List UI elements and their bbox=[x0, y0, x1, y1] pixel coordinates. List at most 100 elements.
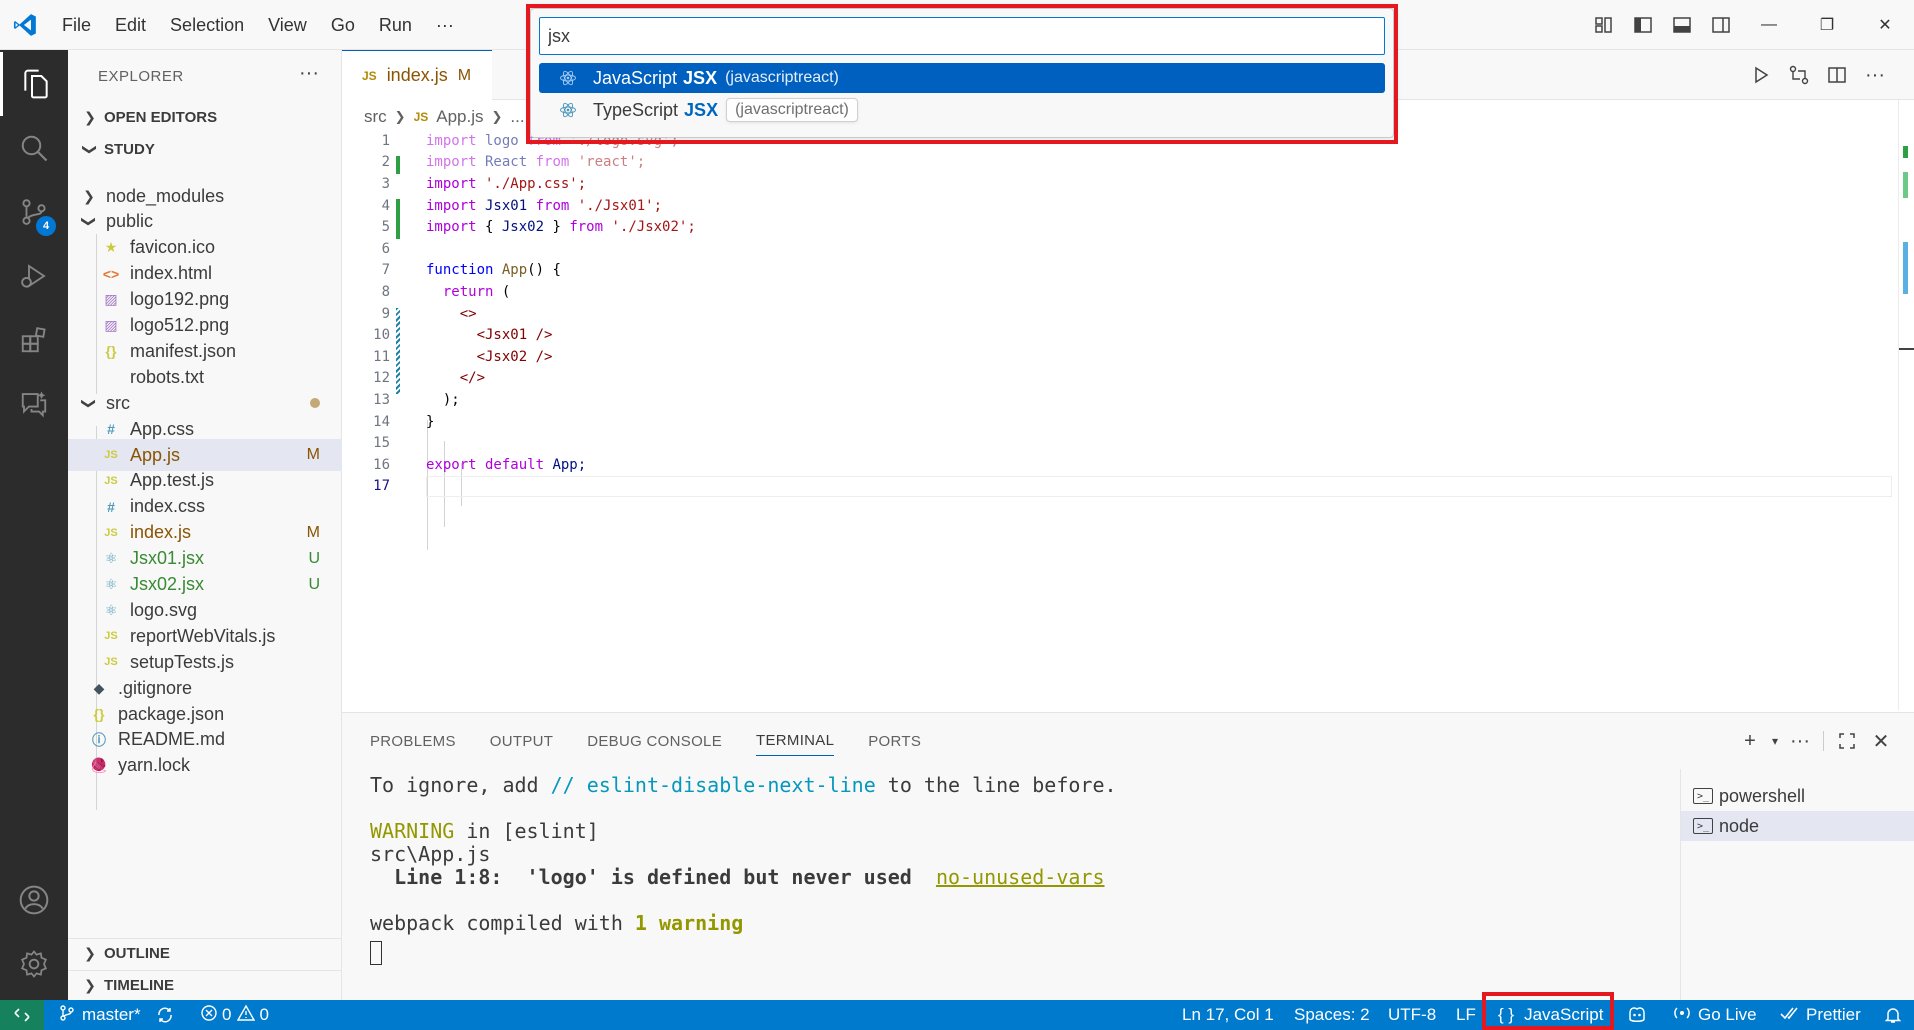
code-line-8: return ( bbox=[342, 281, 1892, 303]
menu-selection[interactable]: Selection bbox=[158, 0, 256, 50]
explorer-icon[interactable] bbox=[0, 52, 68, 116]
more-actions-icon[interactable]: ··· bbox=[1856, 56, 1894, 94]
bottom-panel: PROBLEMS OUTPUT DEBUG CONSOLE TERMINAL P… bbox=[342, 712, 1914, 1001]
tree-item-label: App.css bbox=[130, 418, 195, 439]
keyword: import bbox=[426, 219, 477, 236]
breadcrumb-symbol[interactable]: ... bbox=[510, 107, 524, 127]
timeline-section[interactable]: ❯ TIMELINE bbox=[68, 970, 342, 1000]
new-terminal-plus-icon[interactable]: + bbox=[1733, 724, 1767, 758]
notifications-bell-icon[interactable] bbox=[1884, 1000, 1902, 1030]
remote-indicator-icon[interactable] bbox=[0, 1000, 44, 1030]
prettier-label: Prettier bbox=[1806, 1005, 1861, 1024]
sync-icon[interactable] bbox=[156, 1000, 174, 1030]
code-editor[interactable]: 1 2 3 4 5 6 7 8 9 10 11 12 13 14 15 16 17 import logo fr… bbox=[342, 130, 1892, 710]
react-file-icon: ⚛ bbox=[104, 550, 118, 567]
tab-ports[interactable]: PORTS bbox=[868, 713, 921, 769]
tab-debug-console[interactable]: DEBUG CONSOLE bbox=[587, 713, 722, 769]
chevron-down-icon: ❯ bbox=[81, 216, 98, 228]
branch-indicator[interactable]: master* bbox=[58, 1000, 141, 1030]
accounts-icon[interactable] bbox=[0, 868, 68, 932]
go-live-button[interactable]: Go Live bbox=[1672, 1000, 1757, 1030]
open-editors-section[interactable]: ❯ OPEN EDITORS bbox=[68, 102, 342, 132]
problems-indicator[interactable]: 0 0 bbox=[200, 1000, 269, 1030]
toggle-primary-sidebar-icon[interactable] bbox=[1624, 6, 1662, 44]
explorer-more-button[interactable]: ··· bbox=[299, 62, 319, 85]
menu-file[interactable]: File bbox=[50, 0, 103, 50]
customize-layout-icon[interactable] bbox=[1585, 6, 1623, 44]
tree-item-label: index.css bbox=[130, 496, 206, 517]
source-control-icon[interactable]: 4 bbox=[0, 180, 68, 244]
restore-button[interactable]: ❐ bbox=[1798, 0, 1856, 50]
chevron-right-icon: ❯ bbox=[394, 109, 406, 124]
search-icon[interactable] bbox=[0, 116, 68, 180]
string-literal: './Jsx01'; bbox=[569, 197, 663, 214]
breadcrumb-folder[interactable]: src bbox=[364, 107, 387, 127]
code-line-16: export default App; bbox=[342, 454, 1892, 476]
chevron-down-icon: ❯ bbox=[81, 397, 98, 410]
line-number-row: 17 bbox=[342, 476, 402, 498]
json-file-icon: {} bbox=[93, 706, 105, 722]
tree-item-label: logo192.png bbox=[130, 289, 230, 310]
maximize-panel-icon[interactable] bbox=[1830, 724, 1864, 758]
keyword: return bbox=[442, 283, 494, 300]
editor-actions: ··· bbox=[1742, 50, 1894, 100]
end-of-line[interactable]: LF bbox=[1456, 1000, 1476, 1030]
timeline-label: TIMELINE bbox=[104, 977, 174, 994]
prettier-button[interactable]: Prettier bbox=[1780, 1000, 1861, 1030]
tab-output[interactable]: OUTPUT bbox=[490, 713, 553, 769]
run-file-icon[interactable] bbox=[1742, 56, 1780, 94]
more-actions-icon[interactable]: ··· bbox=[1783, 724, 1817, 758]
cursor-position[interactable]: Ln 17, Col 1 bbox=[1182, 1000, 1274, 1030]
menu-go[interactable]: Go bbox=[319, 0, 367, 50]
terminal-link[interactable]: no-unused-vars bbox=[936, 865, 1105, 889]
line-number: 17 bbox=[373, 478, 390, 495]
chevron-right-icon: ❯ bbox=[84, 977, 96, 993]
menu-run[interactable]: Run bbox=[367, 0, 424, 50]
close-window-button[interactable]: ✕ bbox=[1856, 0, 1914, 50]
terminal-entry-powershell[interactable]: >_ powershell bbox=[1681, 781, 1914, 811]
terminal-output[interactable]: To ignore, add // eslint-disable-next-li… bbox=[370, 769, 1680, 1001]
double-check-icon bbox=[1780, 1005, 1800, 1026]
source-control-badge: 4 bbox=[36, 216, 56, 236]
open-changes-icon[interactable] bbox=[1780, 56, 1818, 94]
tree-item-label: public bbox=[106, 211, 154, 232]
extensions-icon[interactable] bbox=[0, 308, 68, 372]
terminal-list: >_ powershell >_ node bbox=[1680, 769, 1914, 1001]
terminal-entry-node[interactable]: >_ node bbox=[1681, 811, 1914, 841]
indentation[interactable]: Spaces: 2 bbox=[1294, 1000, 1370, 1030]
code-line-2: import React from 'react'; bbox=[342, 152, 1892, 174]
overview-marker bbox=[1903, 146, 1908, 158]
minimize-button[interactable]: — bbox=[1740, 0, 1798, 50]
current-line-highlight bbox=[426, 475, 1892, 498]
copilot-icon[interactable] bbox=[1626, 1000, 1648, 1030]
overview-ruler[interactable] bbox=[1898, 100, 1914, 710]
chat-icon[interactable] bbox=[0, 372, 68, 436]
jsx-fragment: </> bbox=[459, 370, 486, 387]
settings-gear-icon[interactable] bbox=[0, 932, 68, 996]
close-panel-icon[interactable]: ✕ bbox=[1864, 724, 1898, 758]
tab-problems[interactable]: PROBLEMS bbox=[370, 713, 456, 769]
identifier: Jsx02 bbox=[501, 219, 545, 236]
encoding[interactable]: UTF-8 bbox=[1388, 1000, 1436, 1030]
tab-terminal[interactable]: TERMINAL bbox=[756, 726, 835, 756]
run-debug-icon[interactable] bbox=[0, 244, 68, 308]
menu-edit[interactable]: Edit bbox=[103, 0, 158, 50]
toggle-secondary-sidebar-icon[interactable] bbox=[1702, 6, 1740, 44]
line-number-row: 15 bbox=[342, 432, 402, 454]
menu-more[interactable]: ··· bbox=[424, 0, 466, 50]
keyword: import bbox=[426, 132, 477, 149]
json-file-icon: {} bbox=[105, 343, 117, 360]
chevron-right-icon: ❯ bbox=[84, 945, 96, 961]
annotation-highlight-box bbox=[526, 4, 1398, 144]
function-name: App bbox=[493, 262, 528, 279]
menu-view[interactable]: View bbox=[256, 0, 319, 50]
chevron-down-icon[interactable]: ▾ bbox=[1767, 724, 1783, 758]
workspace-section[interactable]: ❯ STUDY bbox=[68, 134, 342, 164]
split-editor-icon[interactable] bbox=[1818, 56, 1856, 94]
breadcrumb-file[interactable]: App.js bbox=[436, 107, 483, 127]
outline-section[interactable]: ❯ OUTLINE bbox=[68, 938, 342, 968]
tree-item[interactable]: 🧶 yarn.lock bbox=[68, 750, 342, 782]
toggle-panel-icon[interactable] bbox=[1663, 6, 1701, 44]
tab-index-js[interactable]: JS index.js M bbox=[342, 50, 492, 100]
